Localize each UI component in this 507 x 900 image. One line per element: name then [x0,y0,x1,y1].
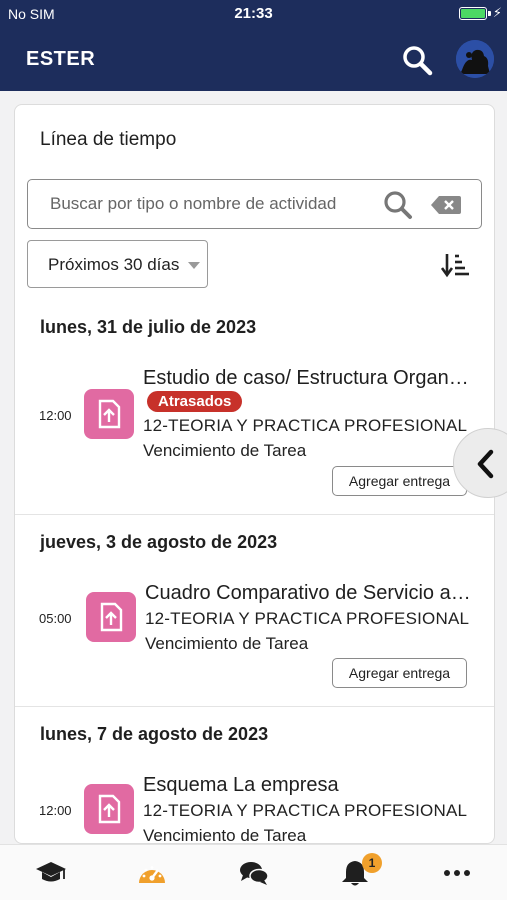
add-submission-button[interactable]: Agregar entrega [332,658,467,688]
search-icon [403,46,433,76]
timeline-title: Línea de tiempo [40,129,177,150]
chevron-down-icon [188,262,200,269]
more-icon [444,870,470,876]
nav-my-courses[interactable] [0,845,101,900]
chevron-left-icon [477,449,494,479]
date-heading: jueves, 3 de agosto de 2023 [40,532,278,552]
event-due-label: Vencimiento de Tarea [145,634,309,653]
timeline-card: Línea de tiempo Próximos 30 días lunes, … [14,104,495,844]
event-time: 12:00 [39,408,72,423]
assignment-icon [84,389,134,439]
status-bar: No SIM 21:33 ⚡︎ [0,0,507,28]
event-time: 12:00 [39,803,72,818]
battery-icon [459,7,487,20]
event-due-label: Vencimiento de Tarea [143,441,307,460]
avatar-image [456,40,494,78]
timeline-search-input[interactable] [50,192,370,216]
clock: 21:33 [234,5,273,22]
timeline-search-field [27,179,482,229]
event-title-link[interactable]: Esquema La empresa [143,774,469,797]
course-name: 12-TEORIA Y PRACTICA PROFESIONAL [143,416,468,435]
divider [15,514,494,515]
clear-search-icon[interactable] [430,194,462,216]
date-range-value: Próximos 30 días [48,255,180,274]
messages-icon [240,862,269,885]
nav-dashboard[interactable] [101,845,202,900]
add-submission-button[interactable]: Agregar entrega [332,466,467,496]
overdue-badge: Atrasados [147,391,243,412]
app-header: ESTER [0,28,507,91]
assignment-icon [84,784,134,834]
search-icon[interactable] [382,189,414,221]
site-title: ESTER [26,48,96,70]
divider [15,706,494,707]
bottom-navigation: 1 [0,844,507,900]
nav-messages[interactable] [203,845,304,900]
search-button[interactable] [398,42,438,78]
course-name: 12-TEORIA Y PRACTICA PROFESIONAL [143,801,468,820]
date-range-select[interactable]: Próximos 30 días [27,240,208,288]
event-title-link[interactable]: Estudio de caso/ Estructura Organizacion… [143,367,469,390]
sort-icon[interactable] [441,251,471,279]
date-heading: lunes, 31 de julio de 2023 [40,317,257,337]
user-avatar[interactable] [456,40,494,78]
event-title-link[interactable]: Cuadro Comparativo de Servicio al Client… [145,582,471,605]
event-due-label: Vencimiento de Tarea [143,826,307,844]
graduation-cap-icon [36,862,66,882]
charging-icon: ⚡︎ [492,5,502,20]
date-heading: lunes, 7 de agosto de 2023 [40,724,269,744]
dashboard-icon [139,866,165,883]
event-time: 05:00 [39,611,72,626]
nav-more[interactable] [406,845,507,900]
course-name: 12-TEORIA Y PRACTICA PROFESIONAL [145,609,470,628]
notification-count-badge: 1 [362,853,382,873]
assignment-icon [86,592,136,642]
nav-notifications[interactable] [304,845,405,900]
